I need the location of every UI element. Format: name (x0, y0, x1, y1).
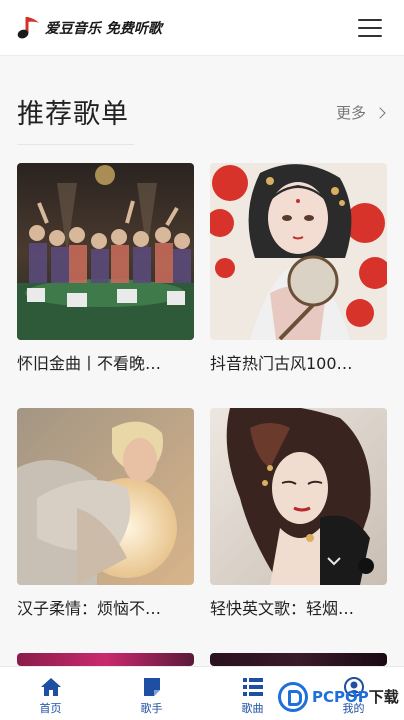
playlist-cover[interactable] (17, 408, 194, 585)
music-note-icon (17, 17, 39, 39)
watermark-icon (278, 682, 308, 712)
section-title: 推荐歌单 (17, 99, 129, 130)
watermark-text: PCPOP下载 (312, 688, 399, 706)
playlist-card[interactable]: 汉子柔情：烦恼不… (17, 408, 194, 623)
playlist-card[interactable]: 抖音热门古风100… (210, 163, 387, 378)
playlist-cover[interactable] (210, 408, 387, 585)
playlist-title[interactable]: 抖音热门古风100… (210, 350, 387, 374)
nav-item-singer[interactable]: 歌手 (101, 667, 202, 720)
playlist-title[interactable]: 汉子柔情：烦恼不… (17, 595, 194, 619)
singer-icon (143, 678, 160, 696)
playlist-card[interactable]: 怀旧金曲丨不看晚… (17, 163, 194, 378)
home-icon (40, 678, 61, 696)
playlist-card[interactable] (210, 653, 387, 666)
chevron-right-icon (374, 106, 386, 119)
playlist-cover[interactable] (210, 163, 387, 340)
nav-label: 歌手 (140, 702, 163, 715)
playlist-title[interactable]: 怀旧金曲丨不看晚… (17, 350, 194, 374)
more-link[interactable]: 更多 (335, 102, 386, 123)
app-logo[interactable]: 爱豆音乐 免费听歌 (16, 13, 162, 43)
playlist-cover[interactable] (210, 653, 387, 666)
brand-slogan: 免费听歌 (105, 21, 162, 37)
logo-text: 爱豆音乐 免费听歌 (45, 18, 162, 38)
playlist-cover[interactable] (17, 163, 194, 340)
brand-name: 爱豆音乐 (45, 21, 101, 37)
playlist-card[interactable]: 轻快英文歌：轻烟… (210, 408, 387, 623)
playlist-card[interactable] (17, 653, 194, 666)
song-list-icon (242, 678, 263, 696)
playlist-title[interactable]: 轻快英文歌：轻烟… (210, 595, 387, 619)
more-label: 更多 (335, 104, 366, 122)
title-underline (17, 144, 134, 145)
watermark-logo: PCPOP下载 (278, 682, 404, 716)
nav-item-home[interactable]: 首页 (0, 667, 101, 720)
app-header: 爱豆音乐 免费听歌 (0, 0, 404, 56)
playlist-cover[interactable] (17, 653, 194, 666)
nav-label: 首页 (39, 702, 62, 715)
menu-icon[interactable] (358, 17, 382, 37)
